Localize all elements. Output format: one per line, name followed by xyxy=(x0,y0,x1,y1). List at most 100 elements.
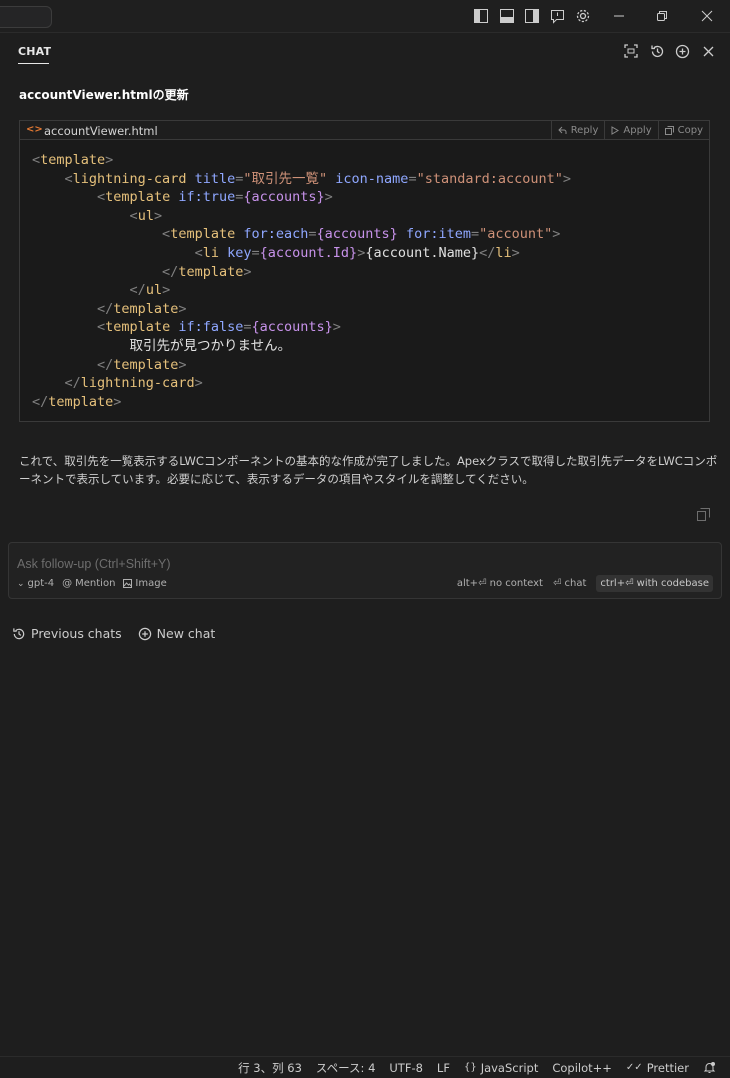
settings-gear-icon[interactable] xyxy=(575,8,591,24)
code-token-br: > xyxy=(113,393,122,410)
code-token-br: > xyxy=(332,319,341,336)
image-button[interactable]: Image xyxy=(123,578,167,589)
model-selector[interactable]: ⌄ gpt-4 xyxy=(17,578,54,589)
code-token-br: < xyxy=(64,170,73,187)
code-token-br: = xyxy=(408,170,417,187)
code-line: <template> xyxy=(32,151,571,170)
code-token-attr: title xyxy=(194,170,236,187)
code-token-br: = xyxy=(251,244,260,261)
code-token-br: < xyxy=(32,152,41,168)
code-token-tag: template xyxy=(178,263,244,280)
code-line: <ul> xyxy=(32,207,571,226)
submit-options: alt+⏎ no context ⏎ chat ctrl+⏎ with code… xyxy=(457,575,713,592)
apply-label: Apply xyxy=(623,124,652,136)
cursor-position[interactable]: 行 3、列 63 xyxy=(238,1060,302,1076)
code-token-attr: if:false xyxy=(178,319,244,336)
toggle-secondary-sidebar-icon[interactable] xyxy=(524,8,540,24)
code-token-br: > xyxy=(194,375,203,392)
code-token-str: "取引先一覧" xyxy=(243,170,328,187)
chat-submit-button[interactable]: ⏎ chat xyxy=(553,578,586,589)
history-icon xyxy=(13,627,25,639)
copy-button[interactable]: Copy xyxy=(657,121,709,139)
apply-button[interactable]: Apply xyxy=(604,121,657,139)
new-chat-link[interactable]: New chat xyxy=(138,626,216,641)
notifications-bell-icon[interactable] xyxy=(703,1061,716,1074)
code-content[interactable]: <template> <lightning-card title="取引先一覧"… xyxy=(32,151,571,411)
active-tab-indicator xyxy=(18,63,49,64)
code-token-br: </ xyxy=(32,393,49,410)
assistant-message: これで、取引先を一覧表示するLWCコンポーネントの基本的な作成が完了しました。A… xyxy=(19,454,718,486)
mention-label: Mention xyxy=(75,578,116,589)
code-token-tag: ul xyxy=(145,282,163,299)
toggle-primary-sidebar-icon[interactable] xyxy=(473,8,489,24)
code-token-plain: {account.Name} xyxy=(365,244,480,261)
code-token-expr: {accounts} xyxy=(316,226,398,243)
code-token-plain: 取引先が見つかりません。 xyxy=(32,337,292,354)
prettier-status[interactable]: ✓✓ Prettier xyxy=(626,1061,689,1075)
code-token-tag: ul xyxy=(137,207,154,224)
follow-up-input-box: ⌄ gpt-4 @ Mention Image alt+⏎ no context… xyxy=(8,542,722,599)
code-token-br: </ xyxy=(479,244,496,261)
indentation[interactable]: スペース: 4 xyxy=(316,1060,375,1076)
no-context-button[interactable]: alt+⏎ no context xyxy=(457,578,543,589)
reply-label: Reply xyxy=(570,124,599,136)
close-icon[interactable] xyxy=(700,43,716,59)
expand-icon[interactable] xyxy=(623,43,639,59)
code-filename[interactable]: accountViewer.html xyxy=(44,124,158,138)
chevron-down-icon: ⌄ xyxy=(17,578,25,589)
copilot-status[interactable]: Copilot++ xyxy=(552,1061,612,1075)
at-sign-icon: @ xyxy=(62,578,73,589)
code-line: <template if:true={accounts}> xyxy=(32,188,571,207)
previous-chats-link[interactable]: Previous chats xyxy=(12,626,122,641)
code-token-br: > xyxy=(162,282,171,299)
chat-header: CHAT xyxy=(0,34,730,74)
code-token-tag: li xyxy=(202,244,219,261)
close-window-icon[interactable] xyxy=(699,8,715,24)
restore-icon[interactable] xyxy=(654,8,670,24)
image-label: Image xyxy=(135,578,167,589)
language-mode[interactable]: {} JavaScript xyxy=(464,1061,538,1075)
input-options: ⌄ gpt-4 @ Mention Image xyxy=(17,578,167,589)
command-center-search[interactable] xyxy=(0,6,52,28)
code-token-tag: li xyxy=(495,244,512,261)
code-line: 取引先が見つかりません。 xyxy=(32,337,571,356)
code-token-tag: template xyxy=(48,393,114,410)
code-token-br: </ xyxy=(129,282,146,299)
code-line: </template> xyxy=(32,300,571,319)
follow-up-input[interactable] xyxy=(17,555,707,573)
code-token-br: = xyxy=(243,319,252,336)
code-token-br: > xyxy=(552,226,561,243)
copy-message-icon[interactable] xyxy=(697,508,711,522)
braces-icon: {} xyxy=(463,1062,477,1073)
code-token-br: > xyxy=(105,152,114,168)
code-token-br: > xyxy=(153,207,163,224)
tab-chat[interactable]: CHAT xyxy=(18,45,51,58)
encoding[interactable]: UTF-8 xyxy=(389,1061,423,1075)
minimize-icon[interactable] xyxy=(611,8,627,24)
toggle-panel-icon[interactable] xyxy=(499,8,515,24)
reply-button[interactable]: Reply xyxy=(550,121,605,139)
feedback-icon[interactable] xyxy=(549,8,565,24)
code-token-br: </ xyxy=(162,263,179,280)
end-of-line[interactable]: LF xyxy=(437,1061,450,1075)
new-chat-label: New chat xyxy=(156,626,216,641)
double-check-icon: ✓✓ xyxy=(625,1062,643,1073)
code-token-br: > xyxy=(324,189,333,206)
code-line: <lightning-card title="取引先一覧" icon-name=… xyxy=(32,170,572,189)
code-token-tag: template xyxy=(40,152,106,168)
code-actions: Reply Apply Copy xyxy=(550,121,709,139)
codebase-submit-button[interactable]: ctrl+⏎ with codebase xyxy=(596,575,713,592)
code-token-br: = xyxy=(308,226,317,243)
previous-chats-label: Previous chats xyxy=(31,626,122,641)
code-token-br: > xyxy=(243,263,252,280)
history-icon[interactable] xyxy=(649,43,665,59)
reply-icon xyxy=(557,126,567,134)
code-token-br: < xyxy=(97,189,106,206)
mention-button[interactable]: @ Mention xyxy=(62,578,115,589)
new-chat-icon[interactable] xyxy=(674,43,690,59)
code-token-br: < xyxy=(97,319,106,336)
